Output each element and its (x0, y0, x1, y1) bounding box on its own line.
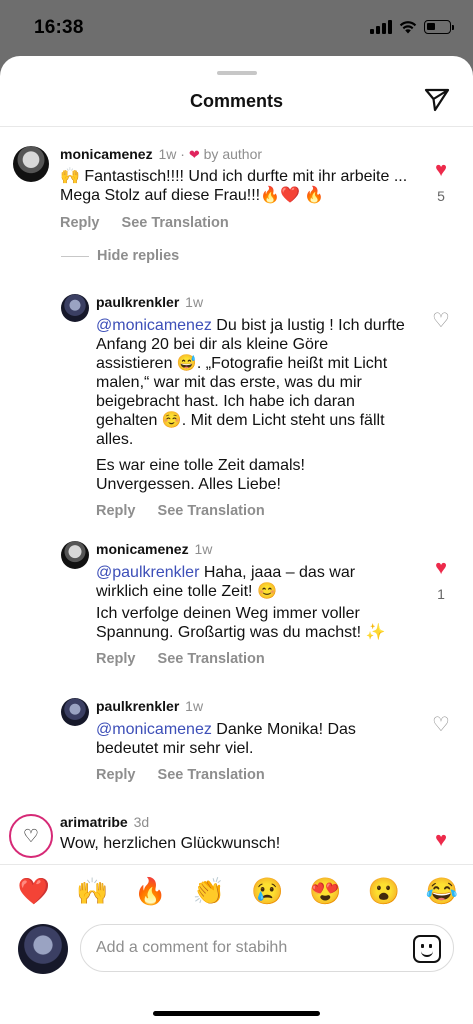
emoji-fire[interactable]: 🔥 (132, 876, 170, 906)
comment-text: @paulkrenkler Haha, jaaa – das war wirkl… (96, 563, 406, 601)
emoji-bar-divider (0, 864, 473, 865)
reply-button[interactable]: Reply (60, 215, 100, 231)
like-heart-icon[interactable]: ♡ (429, 715, 453, 735)
like-count[interactable]: 1 (429, 586, 453, 602)
like-control: ♥ 1 (429, 558, 453, 602)
avatar[interactable] (61, 294, 89, 322)
comment-input-placeholder: Add a comment for stabihh (96, 939, 288, 956)
comments-sheet: Comments monicamenez 1w · ❤ by author 🙌 … (0, 56, 473, 1024)
avatar[interactable]: ♡ (9, 814, 53, 858)
see-translation-button[interactable]: See Translation (122, 215, 229, 231)
comment-text: Wow, herzlichen Glückwunsch! (60, 835, 281, 852)
comment-username[interactable]: paulkrenkler (96, 698, 179, 714)
comment-meta: monicamenez 1w · ❤ by author (60, 146, 430, 163)
emoji-crying[interactable]: 😢 (248, 876, 286, 906)
hide-replies-button[interactable]: Hide replies (61, 248, 179, 264)
emoji-clap[interactable]: 👏 (190, 876, 228, 906)
emoji-laughing[interactable]: 😂 (423, 876, 461, 906)
see-translation-button[interactable]: See Translation (158, 767, 265, 783)
signal-icon (370, 20, 392, 34)
avatar[interactable] (61, 541, 89, 569)
emoji-heart[interactable]: ❤️ (15, 876, 53, 906)
comment-text-paragraph: Ich verfolge deinen Weg immer voller Spa… (96, 605, 386, 641)
reply-button[interactable]: Reply (96, 651, 136, 667)
comment-username[interactable]: monicamenez (96, 541, 189, 557)
author-heart-icon: ❤ (188, 147, 200, 162)
comment-meta: arimatribe 3d (60, 814, 410, 830)
comment-meta: paulkrenkler 1w (96, 698, 406, 714)
like-count[interactable]: 5 (429, 188, 453, 204)
comment-username[interactable]: paulkrenkler (96, 294, 179, 310)
send-icon[interactable] (423, 86, 451, 114)
by-author-label: by author (203, 146, 263, 162)
like-control: ♡ (429, 311, 453, 331)
like-control: ♥ 5 (429, 160, 453, 204)
mention-link[interactable]: @paulkrenkler (96, 564, 199, 581)
mention-link[interactable]: @monicamenez (96, 317, 212, 334)
comment-meta: paulkrenkler 1w (96, 294, 406, 310)
status-icons (370, 20, 454, 34)
comment-username[interactable]: arimatribe (60, 814, 128, 830)
comment-text-body: Du bist ja lustig ! Ich durfte Anfang 20… (96, 317, 405, 448)
sheet-grabber[interactable] (217, 71, 257, 75)
like-control: ♥ (429, 830, 453, 850)
home-indicator (153, 1011, 320, 1016)
comment-meta: monicamenez 1w (96, 541, 406, 557)
emoji-raised-hands[interactable]: 🙌 (73, 876, 111, 906)
comment-time: 1w (194, 541, 213, 557)
sticker-icon[interactable] (413, 935, 441, 963)
quick-emoji-bar: ❤️ 🙌 🔥 👏 😢 😍 😮 😂 (15, 876, 461, 906)
reply-button[interactable]: Reply (96, 503, 136, 519)
like-heart-icon[interactable]: ♥ (429, 160, 453, 180)
comment-input[interactable]: Add a comment for stabihh (80, 924, 454, 972)
current-user-avatar (18, 924, 68, 974)
comment-time: 1w (158, 146, 177, 162)
hide-replies-line (61, 255, 89, 257)
status-bar: 16:38 (0, 0, 473, 56)
like-heart-icon[interactable]: ♥ (429, 558, 453, 578)
comment-text: @monicamenez Danke Monika! Das bedeutet … (96, 720, 406, 758)
emoji-heart-eyes[interactable]: 😍 (306, 876, 344, 906)
comment-text: @monicamenez Du bist ja lustig ! Ich dur… (96, 316, 406, 449)
meta-separator: · (180, 146, 185, 162)
comment-username[interactable]: monicamenez (60, 146, 153, 162)
comment-time: 1w (185, 698, 204, 714)
header-divider (0, 126, 473, 127)
comment-actions: Reply See Translation (96, 503, 406, 519)
comment-time: 3d (133, 814, 150, 830)
like-control: ♡ (429, 715, 453, 735)
see-translation-button[interactable]: See Translation (158, 651, 265, 667)
like-heart-icon[interactable]: ♡ (429, 311, 453, 331)
comment-text-paragraph: Es war eine tolle Zeit damals! Unvergess… (96, 457, 305, 493)
status-time: 16:38 (34, 17, 84, 38)
hide-replies-label: Hide replies (97, 248, 180, 264)
mention-link[interactable]: @monicamenez (96, 721, 212, 738)
comment-input-row: Add a comment for stabihh (18, 918, 458, 974)
battery-icon (424, 20, 454, 34)
comment-actions: Reply See Translation (96, 651, 406, 667)
comment-time: 1w (185, 294, 204, 310)
comment-text: 🙌 Fantastisch!!!! Und ich durfte mit ihr… (60, 168, 408, 204)
like-heart-icon[interactable]: ♥ (429, 830, 453, 850)
avatar[interactable] (13, 146, 49, 182)
comment-actions: Reply See Translation (60, 215, 430, 231)
comment-actions: Reply See Translation (96, 767, 406, 783)
emoji-surprised[interactable]: 😮 (365, 876, 403, 906)
wifi-icon (399, 21, 417, 34)
see-translation-button[interactable]: See Translation (158, 503, 265, 519)
avatar[interactable] (61, 698, 89, 726)
sheet-title: Comments (189, 91, 283, 111)
reply-button[interactable]: Reply (96, 767, 136, 783)
